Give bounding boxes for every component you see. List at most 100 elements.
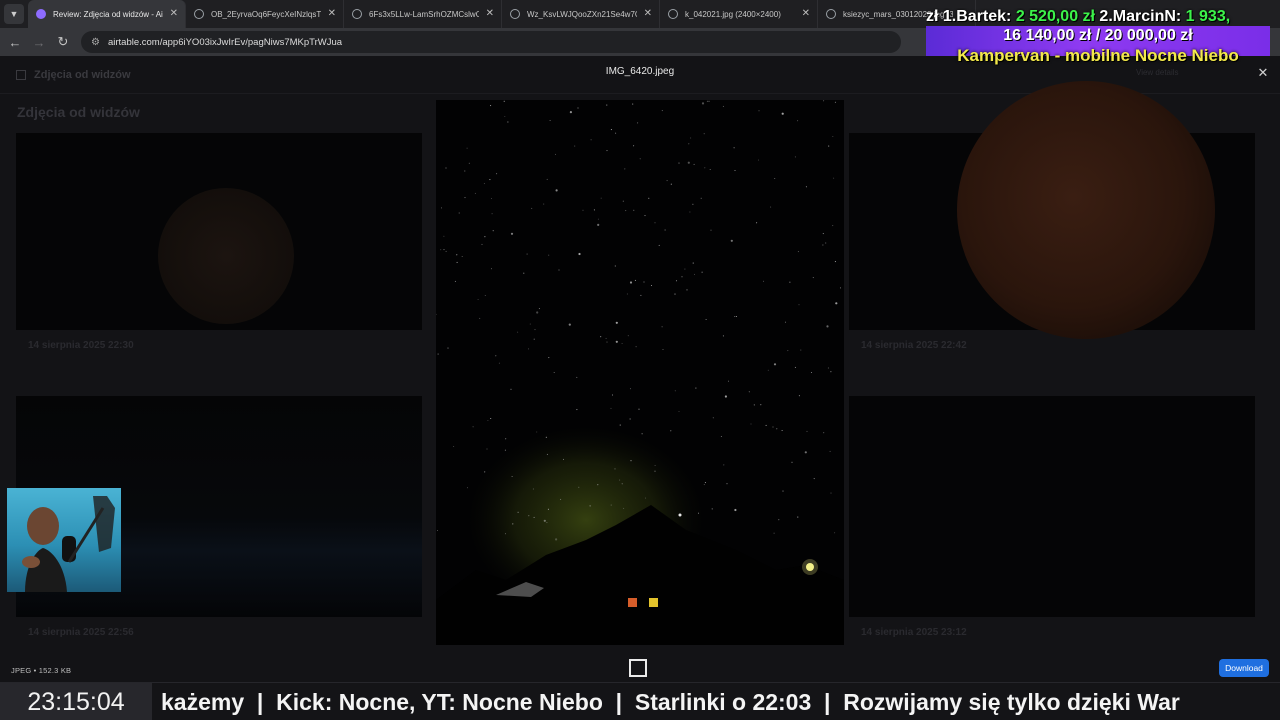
star [794, 156, 796, 158]
star [626, 293, 628, 295]
star [688, 143, 690, 145]
star [597, 218, 599, 220]
star [633, 145, 635, 147]
star [662, 348, 664, 351]
star [526, 253, 528, 255]
star [640, 294, 642, 296]
star [498, 362, 500, 364]
square-icon[interactable] [629, 659, 647, 677]
star [648, 197, 650, 199]
star [621, 483, 623, 485]
star [443, 235, 445, 237]
star [517, 511, 519, 513]
star [834, 532, 836, 534]
star [712, 417, 714, 419]
star [547, 508, 549, 510]
star [762, 280, 765, 282]
tab-review[interactable]: Review: Zdjęcia od widzów - Ai ✕ [28, 0, 186, 28]
star [504, 449, 506, 451]
view-details-button[interactable]: View details [1136, 68, 1179, 77]
star [758, 110, 760, 112]
tab-image-4[interactable]: k_042021.jpg (2400×2400) ✕ [660, 0, 818, 28]
star [839, 287, 842, 289]
photo-cell-2[interactable] [849, 81, 1255, 339]
star [510, 388, 512, 390]
star [543, 203, 545, 205]
tab-image-3[interactable]: Wz_KsvLWJQooZXn21Se4w7OP ✕ [502, 0, 660, 28]
star [477, 298, 479, 301]
donation-top-1-name: 1.Bartek: [942, 8, 1016, 25]
star [445, 167, 447, 169]
star [548, 357, 550, 359]
star [474, 192, 476, 194]
star [437, 353, 439, 355]
star [456, 261, 458, 263]
star [750, 423, 752, 425]
star [708, 100, 710, 102]
star [767, 369, 769, 371]
donation-top-2-amount: 1 933, [1185, 8, 1231, 25]
photo-cell-1[interactable] [16, 133, 422, 330]
star [675, 280, 678, 282]
star [529, 323, 531, 325]
arrow-left-icon[interactable]: ← [3, 35, 27, 50]
photo-cell-4[interactable] [849, 396, 1255, 617]
star [484, 236, 486, 238]
cell-date-4: 14 sierpnia 2025 23:12 [861, 627, 967, 638]
close-icon[interactable]: ✕ [486, 8, 494, 19]
star [623, 507, 625, 509]
star [511, 475, 513, 478]
star [543, 519, 546, 522]
star [773, 363, 777, 366]
star [639, 158, 641, 160]
star [748, 391, 750, 393]
donation-top-2-name: 2.MarcinN: [1094, 8, 1186, 25]
tab-title: Review: Zdjęcia od widzów - Ai [53, 9, 163, 19]
star [597, 223, 600, 226]
star [654, 464, 656, 467]
close-icon[interactable]: ✕ [802, 8, 810, 19]
star [772, 426, 774, 428]
star [798, 304, 800, 306]
star [835, 302, 838, 305]
download-button[interactable]: Download [1219, 659, 1269, 677]
star [760, 404, 762, 406]
star [690, 137, 692, 139]
star [805, 186, 807, 188]
tab-image-1[interactable]: OB_2EyrvaOq6FeycXeINzlqsT1g ✕ [186, 0, 344, 28]
star [674, 293, 676, 295]
star [532, 488, 534, 490]
star [484, 471, 486, 473]
tab-image-2[interactable]: 6Fs3x5LLw-LamSrhOZMCslwOz ✕ [344, 0, 502, 28]
url-input[interactable]: ⚙ airtable.com/app6iYO03ixJwIrEv/pagNiws… [81, 31, 901, 53]
star [787, 350, 789, 352]
star [632, 103, 634, 105]
arrow-right-icon[interactable]: → [27, 35, 51, 50]
globe-icon [352, 9, 362, 19]
star [440, 207, 443, 209]
star [533, 338, 535, 340]
star [624, 168, 626, 170]
close-icon[interactable]: ✕ [644, 8, 652, 19]
star [461, 255, 463, 258]
reload-icon[interactable]: ↻ [51, 34, 75, 50]
star [597, 484, 599, 486]
star [774, 177, 776, 180]
star [517, 331, 519, 333]
star [643, 281, 645, 283]
star [614, 265, 616, 267]
star [723, 464, 725, 466]
chevron-down-icon[interactable]: ▼ [4, 4, 24, 24]
star [830, 492, 832, 494]
star [666, 180, 668, 182]
file-meta: JPEG • 152.3 KB [11, 666, 72, 675]
tab-title: k_042021.jpg (2400×2400) [685, 9, 781, 19]
close-icon[interactable]: ✕ [170, 8, 178, 19]
tune-icon[interactable]: ⚙ [91, 37, 100, 48]
star [615, 321, 618, 324]
star [496, 173, 498, 175]
close-icon[interactable]: ✕ [328, 8, 336, 19]
star [700, 197, 702, 199]
star [704, 482, 706, 484]
star [491, 213, 493, 215]
